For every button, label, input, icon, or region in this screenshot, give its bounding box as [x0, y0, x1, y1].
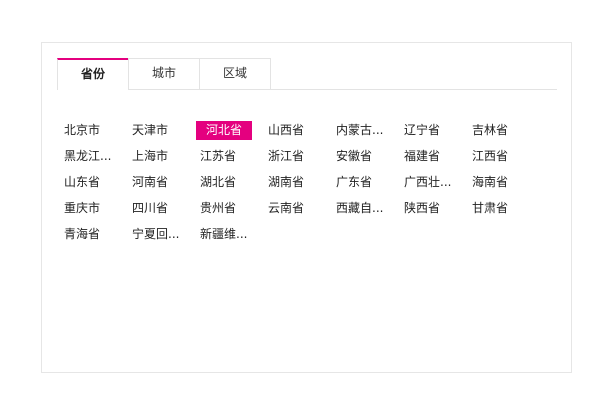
province-item[interactable]: 湖北省 — [200, 173, 258, 192]
province-item[interactable]: 北京市 — [64, 121, 122, 140]
province-item[interactable]: 江西省 — [472, 147, 530, 166]
province-item[interactable]: 山东省 — [64, 173, 122, 192]
province-item[interactable]: 江苏省 — [200, 147, 258, 166]
province-item[interactable]: 新疆维... — [200, 225, 258, 244]
province-item[interactable]: 四川省 — [132, 199, 190, 218]
province-item[interactable]: 河南省 — [132, 173, 190, 192]
province-item[interactable]: 浙江省 — [268, 147, 326, 166]
province-item[interactable]: 西藏自... — [336, 199, 394, 218]
province-item[interactable]: 山西省 — [268, 121, 326, 140]
province-item[interactable]: 云南省 — [268, 199, 326, 218]
province-item-selected[interactable]: 河北省 — [196, 121, 252, 140]
province-item[interactable]: 海南省 — [472, 173, 530, 192]
province-item[interactable]: 上海市 — [132, 147, 190, 166]
province-item[interactable]: 广东省 — [336, 173, 394, 192]
province-item[interactable]: 重庆市 — [64, 199, 122, 218]
province-item[interactable]: 福建省 — [404, 147, 462, 166]
province-item[interactable]: 辽宁省 — [404, 121, 462, 140]
tab-bar: 省份 城市 区域 — [57, 58, 557, 90]
province-item[interactable]: 青海省 — [64, 225, 122, 244]
province-item[interactable]: 吉林省 — [472, 121, 530, 140]
province-item[interactable]: 安徽省 — [336, 147, 394, 166]
tab-province[interactable]: 省份 — [57, 58, 129, 90]
region-picker-panel: 省份 城市 区域 北京市 天津市 河北省 山西省 内蒙古... 辽宁省 吉林省黑龙江... 上… — [41, 42, 572, 373]
province-item[interactable]: 广西壮... — [404, 173, 462, 192]
province-item[interactable]: 陕西省 — [404, 199, 462, 218]
tab-city[interactable]: 城市 — [128, 58, 200, 89]
province-item[interactable]: 宁夏回... — [132, 225, 190, 244]
province-item[interactable]: 湖南省 — [268, 173, 326, 192]
province-item[interactable]: 贵州省 — [200, 199, 258, 218]
province-item[interactable]: 内蒙古... — [336, 121, 394, 140]
province-item[interactable]: 甘肃省 — [472, 199, 530, 218]
tab-district[interactable]: 区域 — [199, 58, 271, 89]
province-item[interactable]: 黑龙江... — [64, 147, 122, 166]
province-item[interactable]: 天津市 — [132, 121, 190, 140]
